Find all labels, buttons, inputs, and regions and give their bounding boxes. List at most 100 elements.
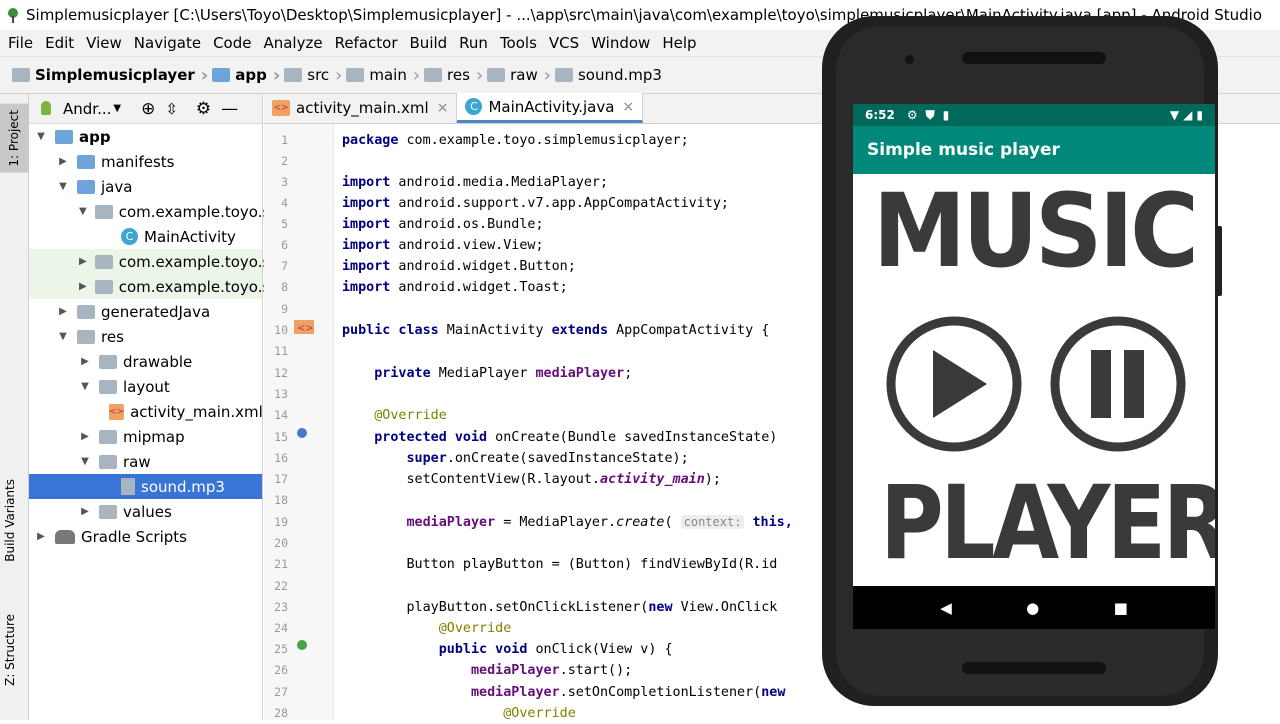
power-button[interactable] <box>1218 226 1222 296</box>
menu-item-tools[interactable]: Tools <box>494 34 543 52</box>
breadcrumb-item[interactable]: res › <box>424 65 483 86</box>
code-line-4: import android.support.v7.app.AppCompatA… <box>342 193 729 214</box>
recents-icon[interactable]: ■ <box>1114 599 1128 617</box>
chevron-right-icon[interactable]: ▶ <box>79 256 87 267</box>
menu-item-edit[interactable]: Edit <box>39 34 80 52</box>
code-text: .start(); <box>559 663 633 678</box>
chevron-right-icon: › <box>272 64 281 86</box>
editor-tab-label: activity_main.xml <box>296 99 429 117</box>
editor-tab[interactable]: <> activity_main.xml × <box>264 93 458 123</box>
code-method: create <box>616 515 665 530</box>
tab-build-variants[interactable]: Build Variants <box>3 479 17 562</box>
menu-item-file[interactable]: File <box>2 34 39 52</box>
tree-item[interactable]: <> activity_main.xml <box>29 399 263 424</box>
close-icon[interactable]: × <box>622 99 634 115</box>
music-title-text: MUSIC <box>872 172 1199 291</box>
tree-item[interactable]: ▼ app <box>29 124 262 149</box>
home-icon[interactable]: ● <box>1026 599 1039 617</box>
chevron-down-icon[interactable]: ▼ <box>79 456 91 467</box>
tree-item[interactable]: ▼ res <box>29 324 262 349</box>
chevron-down-icon[interactable]: ▼ <box>113 103 121 114</box>
hide-panel-icon[interactable]: — <box>221 99 238 119</box>
chevron-right-icon: › <box>335 64 343 86</box>
breadcrumb-item[interactable]: Simplemusicplayer › <box>12 65 208 86</box>
chevron-right-icon[interactable]: ▶ <box>57 306 69 317</box>
menu-item-analyze[interactable]: Analyze <box>257 34 328 52</box>
tree-item[interactable]: ▶ values <box>29 499 262 524</box>
chevron-right-icon[interactable]: ▶ <box>79 356 91 367</box>
target-icon[interactable]: ⊕ <box>141 99 155 119</box>
code-line-8: import android.widget.Toast; <box>342 277 568 298</box>
tree-item[interactable]: ▶ drawable <box>29 349 262 374</box>
tree-item[interactable]: ▶ mipmap <box>29 424 262 449</box>
phone-bezel: 6:52 ⚙ ⛊ ▮ ▼ ◢ ▮ Simple music player MUS… <box>836 26 1215 696</box>
project-view-selector[interactable]: Andr... <box>63 100 111 118</box>
tree-item[interactable]: ▶ Gradle Scripts <box>29 524 262 549</box>
gear-icon[interactable]: ⚙ <box>196 99 211 119</box>
breadcrumb-label: app <box>235 66 267 84</box>
tree-item[interactable]: ▶ com.example.toyo.sir <box>29 249 281 274</box>
editor-tab[interactable]: C MainActivity.java × <box>457 93 644 123</box>
tree-item[interactable]: ▶ manifests <box>29 149 262 174</box>
code-line-10: public class MainActivity extends AppCom… <box>342 320 769 341</box>
tree-item[interactable]: ▼ com.example.toyo.sir <box>29 199 281 224</box>
breadcrumb-item[interactable]: src › <box>284 65 342 86</box>
folder-icon <box>55 129 73 144</box>
code-line-12: private MediaPlayer mediaPlayer; <box>342 363 632 384</box>
tree-item[interactable]: C MainActivity <box>29 224 262 249</box>
tree-item[interactable]: ▶ com.example.toyo.sir <box>29 274 281 299</box>
override-gutter-icon[interactable] <box>296 427 308 439</box>
menu-item-refactor[interactable]: Refactor <box>329 34 404 52</box>
tree-item[interactable]: ▼ layout <box>29 374 262 399</box>
menu-item-vcs[interactable]: VCS <box>543 34 585 52</box>
chevron-right-icon[interactable]: ▶ <box>79 506 91 517</box>
chevron-down-icon[interactable]: ▼ <box>35 131 47 142</box>
app-content: MUSIC PLAYER <box>853 172 1215 586</box>
close-icon[interactable]: × <box>437 100 449 116</box>
tree-item-label: com.example.toyo.sir <box>118 277 281 296</box>
line-number: 7 <box>281 259 288 273</box>
chevron-right-icon[interactable]: ▶ <box>79 281 87 292</box>
chevron-down-icon[interactable]: ▼ <box>79 206 87 217</box>
breadcrumb-item[interactable]: main › <box>346 65 420 86</box>
tree-item[interactable]: ▼ java <box>29 174 262 199</box>
chevron-down-icon[interactable]: ▼ <box>57 181 69 192</box>
menu-item-window[interactable]: Window <box>585 34 656 52</box>
menu-item-code[interactable]: Code <box>207 34 257 52</box>
line-number: 18 <box>274 493 288 507</box>
tab-structure[interactable]: Z: Structure <box>3 614 17 686</box>
back-icon[interactable]: ◀ <box>940 599 952 617</box>
tree-item[interactable]: ▼ raw <box>29 449 262 474</box>
breadcrumb-item[interactable]: raw › <box>487 65 551 86</box>
breadcrumb-item[interactable]: sound.mp3 <box>554 66 662 84</box>
code-text: onClick(View v) { <box>527 642 673 657</box>
tree-item[interactable]: ▶ generatedJava <box>29 299 262 324</box>
collapse-all-icon[interactable]: ⇳ <box>165 100 178 118</box>
tree-item[interactable]: sound.mp3 <box>29 474 262 499</box>
top-speaker <box>962 52 1106 64</box>
code-keyword: import <box>342 175 391 190</box>
tab-project[interactable]: 1: Project <box>0 104 29 173</box>
chevron-down-icon[interactable]: ▼ <box>79 381 91 392</box>
menu-item-build[interactable]: Build <box>404 34 454 52</box>
menu-item-help[interactable]: Help <box>656 34 702 52</box>
folder-icon <box>284 68 303 82</box>
front-camera <box>905 55 914 64</box>
line-number: 17 <box>274 472 288 486</box>
chevron-right-icon[interactable]: ▶ <box>57 156 69 167</box>
class-override-icon[interactable]: <> <box>294 320 314 334</box>
menu-item-navigate[interactable]: Navigate <box>128 34 207 52</box>
chevron-right-icon[interactable]: ▶ <box>35 531 47 542</box>
folder-icon <box>424 68 443 82</box>
chevron-down-icon[interactable]: ▼ <box>57 331 69 342</box>
breadcrumb-item[interactable]: app › <box>212 65 280 86</box>
chevron-right-icon[interactable]: ▶ <box>79 431 91 442</box>
menu-item-view[interactable]: View <box>80 34 128 52</box>
play-button[interactable] <box>885 315 1023 453</box>
pause-button[interactable] <box>1049 315 1187 453</box>
sd-card-icon: ▮ <box>942 108 950 122</box>
code-text: android.media.MediaPlayer; <box>390 175 609 190</box>
implements-gutter-icon[interactable] <box>296 639 308 651</box>
menu-item-run[interactable]: Run <box>453 34 494 52</box>
line-number: 20 <box>274 536 288 550</box>
